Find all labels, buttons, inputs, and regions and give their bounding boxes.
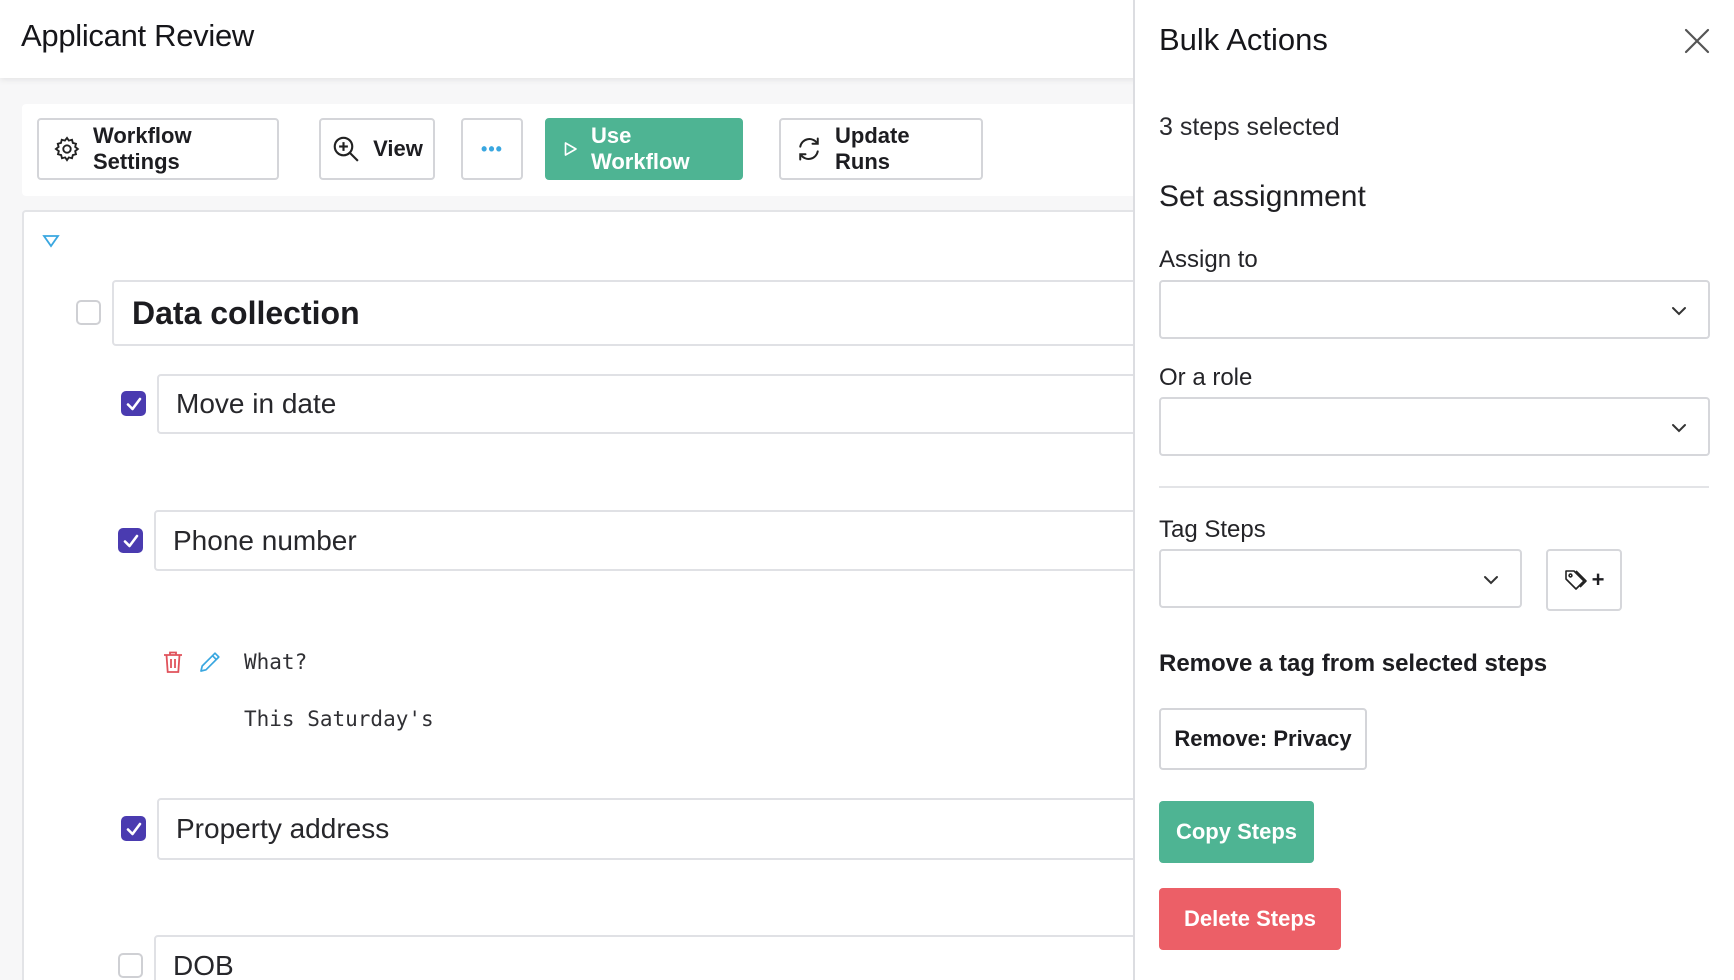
page: Applicant Review Workflow Settings View … (0, 0, 1734, 980)
note-actions (162, 650, 222, 674)
use-workflow-label: Use Workflow (591, 123, 690, 174)
note-title: What? (244, 650, 308, 674)
step-item[interactable]: Property address (157, 798, 1217, 860)
copy-steps-button[interactable]: Copy Steps (1159, 801, 1314, 863)
remove-privacy-label: Remove: Privacy (1174, 726, 1352, 751)
bulk-actions-panel: Bulk Actions 3 steps selected Set assign… (1133, 0, 1734, 980)
set-assignment-heading: Set assignment (1159, 180, 1366, 213)
remove-privacy-tag-button[interactable]: Remove: Privacy (1159, 708, 1367, 770)
close-icon[interactable] (1683, 27, 1711, 55)
step-checkbox[interactable] (118, 953, 143, 978)
role-select[interactable] (1159, 397, 1710, 456)
chevron-down-icon (1672, 424, 1686, 433)
step-item[interactable]: Phone number (154, 510, 1214, 571)
workflow-settings-button[interactable]: Workflow Settings (37, 118, 279, 180)
trash-icon[interactable] (162, 650, 184, 674)
step-checkbox[interactable] (118, 528, 143, 553)
more-dots-icon: ••• (481, 138, 503, 159)
view-label: View (373, 136, 423, 161)
update-runs-button[interactable]: Update Runs (779, 118, 983, 180)
workflow-settings-label: Workflow Settings (93, 123, 192, 174)
refresh-icon (799, 137, 819, 161)
step-label: Phone number (173, 524, 357, 556)
section-checkbox[interactable] (76, 300, 101, 325)
update-runs-label: Update Runs (835, 123, 910, 174)
delete-steps-label: Delete Steps (1183, 906, 1317, 931)
zoom-in-icon (333, 136, 359, 162)
add-tag-button[interactable]: + (1546, 549, 1622, 611)
checkmark-icon (126, 397, 142, 411)
view-button[interactable]: View (319, 118, 435, 180)
gear-icon (54, 136, 80, 162)
step-label: Move in date (176, 388, 337, 419)
step-label: Property address (176, 813, 390, 844)
step-item[interactable]: DOB (154, 935, 1214, 980)
step-checkbox[interactable] (121, 816, 146, 841)
chevron-down-icon (1672, 307, 1686, 316)
section-title: Data collection (132, 294, 360, 331)
use-workflow-button[interactable]: Use Workflow (545, 118, 743, 180)
delete-steps-button[interactable]: Delete Steps (1159, 888, 1341, 950)
step-item[interactable]: Move in date (157, 374, 1217, 434)
assign-to-label: Assign to (1159, 246, 1258, 273)
step-label: DOB (173, 950, 234, 980)
play-icon (564, 142, 577, 156)
selected-count: 3 steps selected (1159, 113, 1340, 141)
checkmark-icon (123, 534, 139, 548)
page-title: Applicant Review (21, 18, 254, 53)
tag-steps-select[interactable] (1159, 549, 1522, 608)
remove-tag-heading: Remove a tag from selected steps (1159, 650, 1548, 677)
tag-steps-label: Tag Steps (1159, 516, 1266, 543)
tags-icon (1564, 570, 1587, 590)
pencil-icon[interactable] (198, 650, 222, 674)
checkmark-icon (126, 822, 142, 836)
note-body: This Saturday's (244, 707, 434, 731)
panel-title: Bulk Actions (1159, 22, 1328, 57)
role-label: Or a role (1159, 364, 1253, 391)
workflow-toolbar: Workflow Settings View ••• Use Workflow (22, 104, 1142, 196)
section-header[interactable]: Data collection (112, 280, 1212, 346)
step-checkbox[interactable] (121, 391, 146, 416)
workflow-card: Data collection Move in date Phone numbe… (22, 210, 1217, 980)
add-tag-plus: + (1591, 567, 1605, 592)
divider (1159, 486, 1709, 488)
chevron-down-icon (1484, 576, 1498, 585)
collapse-triangle-icon[interactable] (42, 234, 60, 248)
copy-steps-label: Copy Steps (1175, 819, 1298, 844)
more-options-button[interactable]: ••• (461, 118, 523, 180)
assign-to-select[interactable] (1159, 280, 1710, 339)
